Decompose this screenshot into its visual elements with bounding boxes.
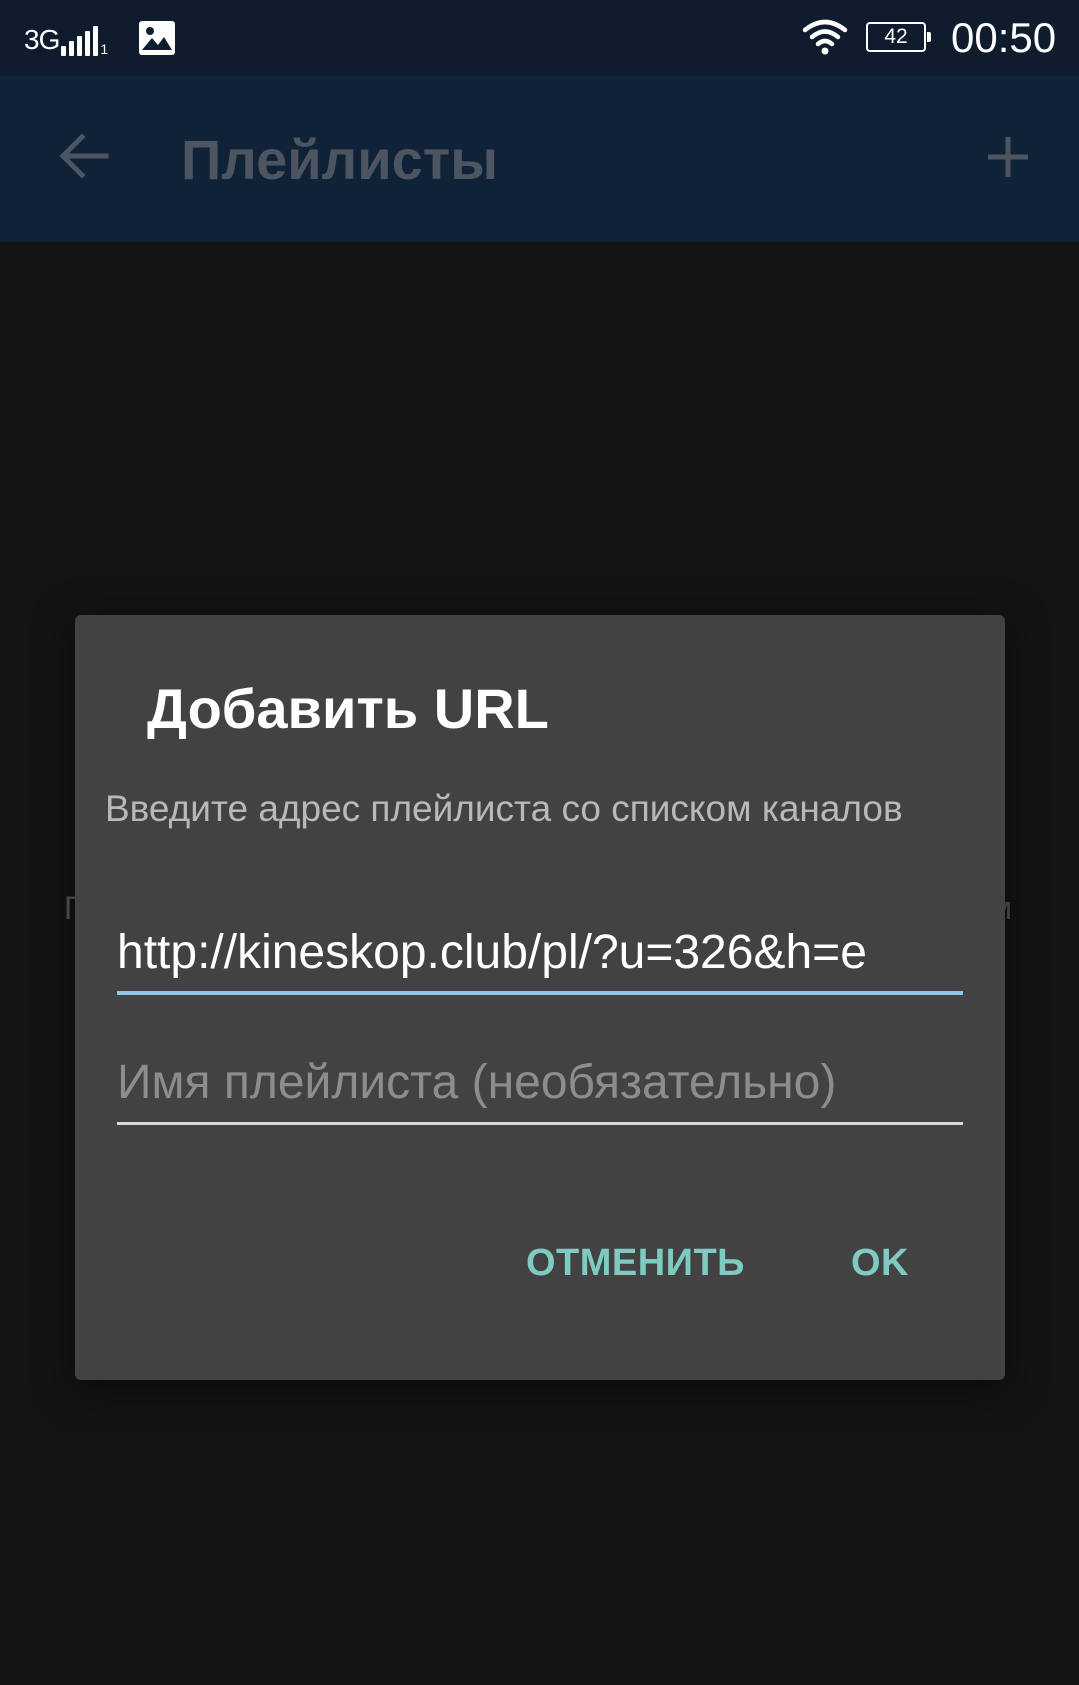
- page-title: Плейлисты: [181, 128, 499, 191]
- cancel-button[interactable]: ОТМЕНИТЬ: [526, 1240, 745, 1286]
- battery-icon: 42: [866, 22, 931, 52]
- status-bar: 3G 1 42 00:50: [0, 0, 1079, 76]
- app-bar: Плейлисты: [0, 76, 1079, 242]
- ok-button[interactable]: OK: [851, 1240, 909, 1286]
- dialog-message: Введите адрес плейлиста со списком канал…: [105, 788, 903, 829]
- dialog-title: Добавить URL: [147, 677, 549, 740]
- playlist-name-input[interactable]: [117, 1055, 963, 1125]
- network-indicator: 3G 1: [24, 20, 108, 56]
- plus-icon[interactable]: [986, 135, 1030, 179]
- clock: 00:50: [951, 14, 1057, 61]
- gallery-icon: [139, 21, 175, 55]
- network-type-label: 3G: [24, 24, 60, 55]
- url-input[interactable]: [117, 925, 963, 995]
- dialog-actions: ОТМЕНИТЬ OK: [526, 1240, 909, 1286]
- signal-icon: [61, 24, 99, 56]
- arrow-left-icon[interactable]: [56, 132, 110, 180]
- add-url-dialog: Добавить URL Введите адрес плейлиста со …: [75, 615, 1005, 1380]
- battery-level: 42: [884, 25, 908, 48]
- sim-slot-label: 1: [100, 41, 109, 57]
- wifi-icon: [802, 19, 848, 55]
